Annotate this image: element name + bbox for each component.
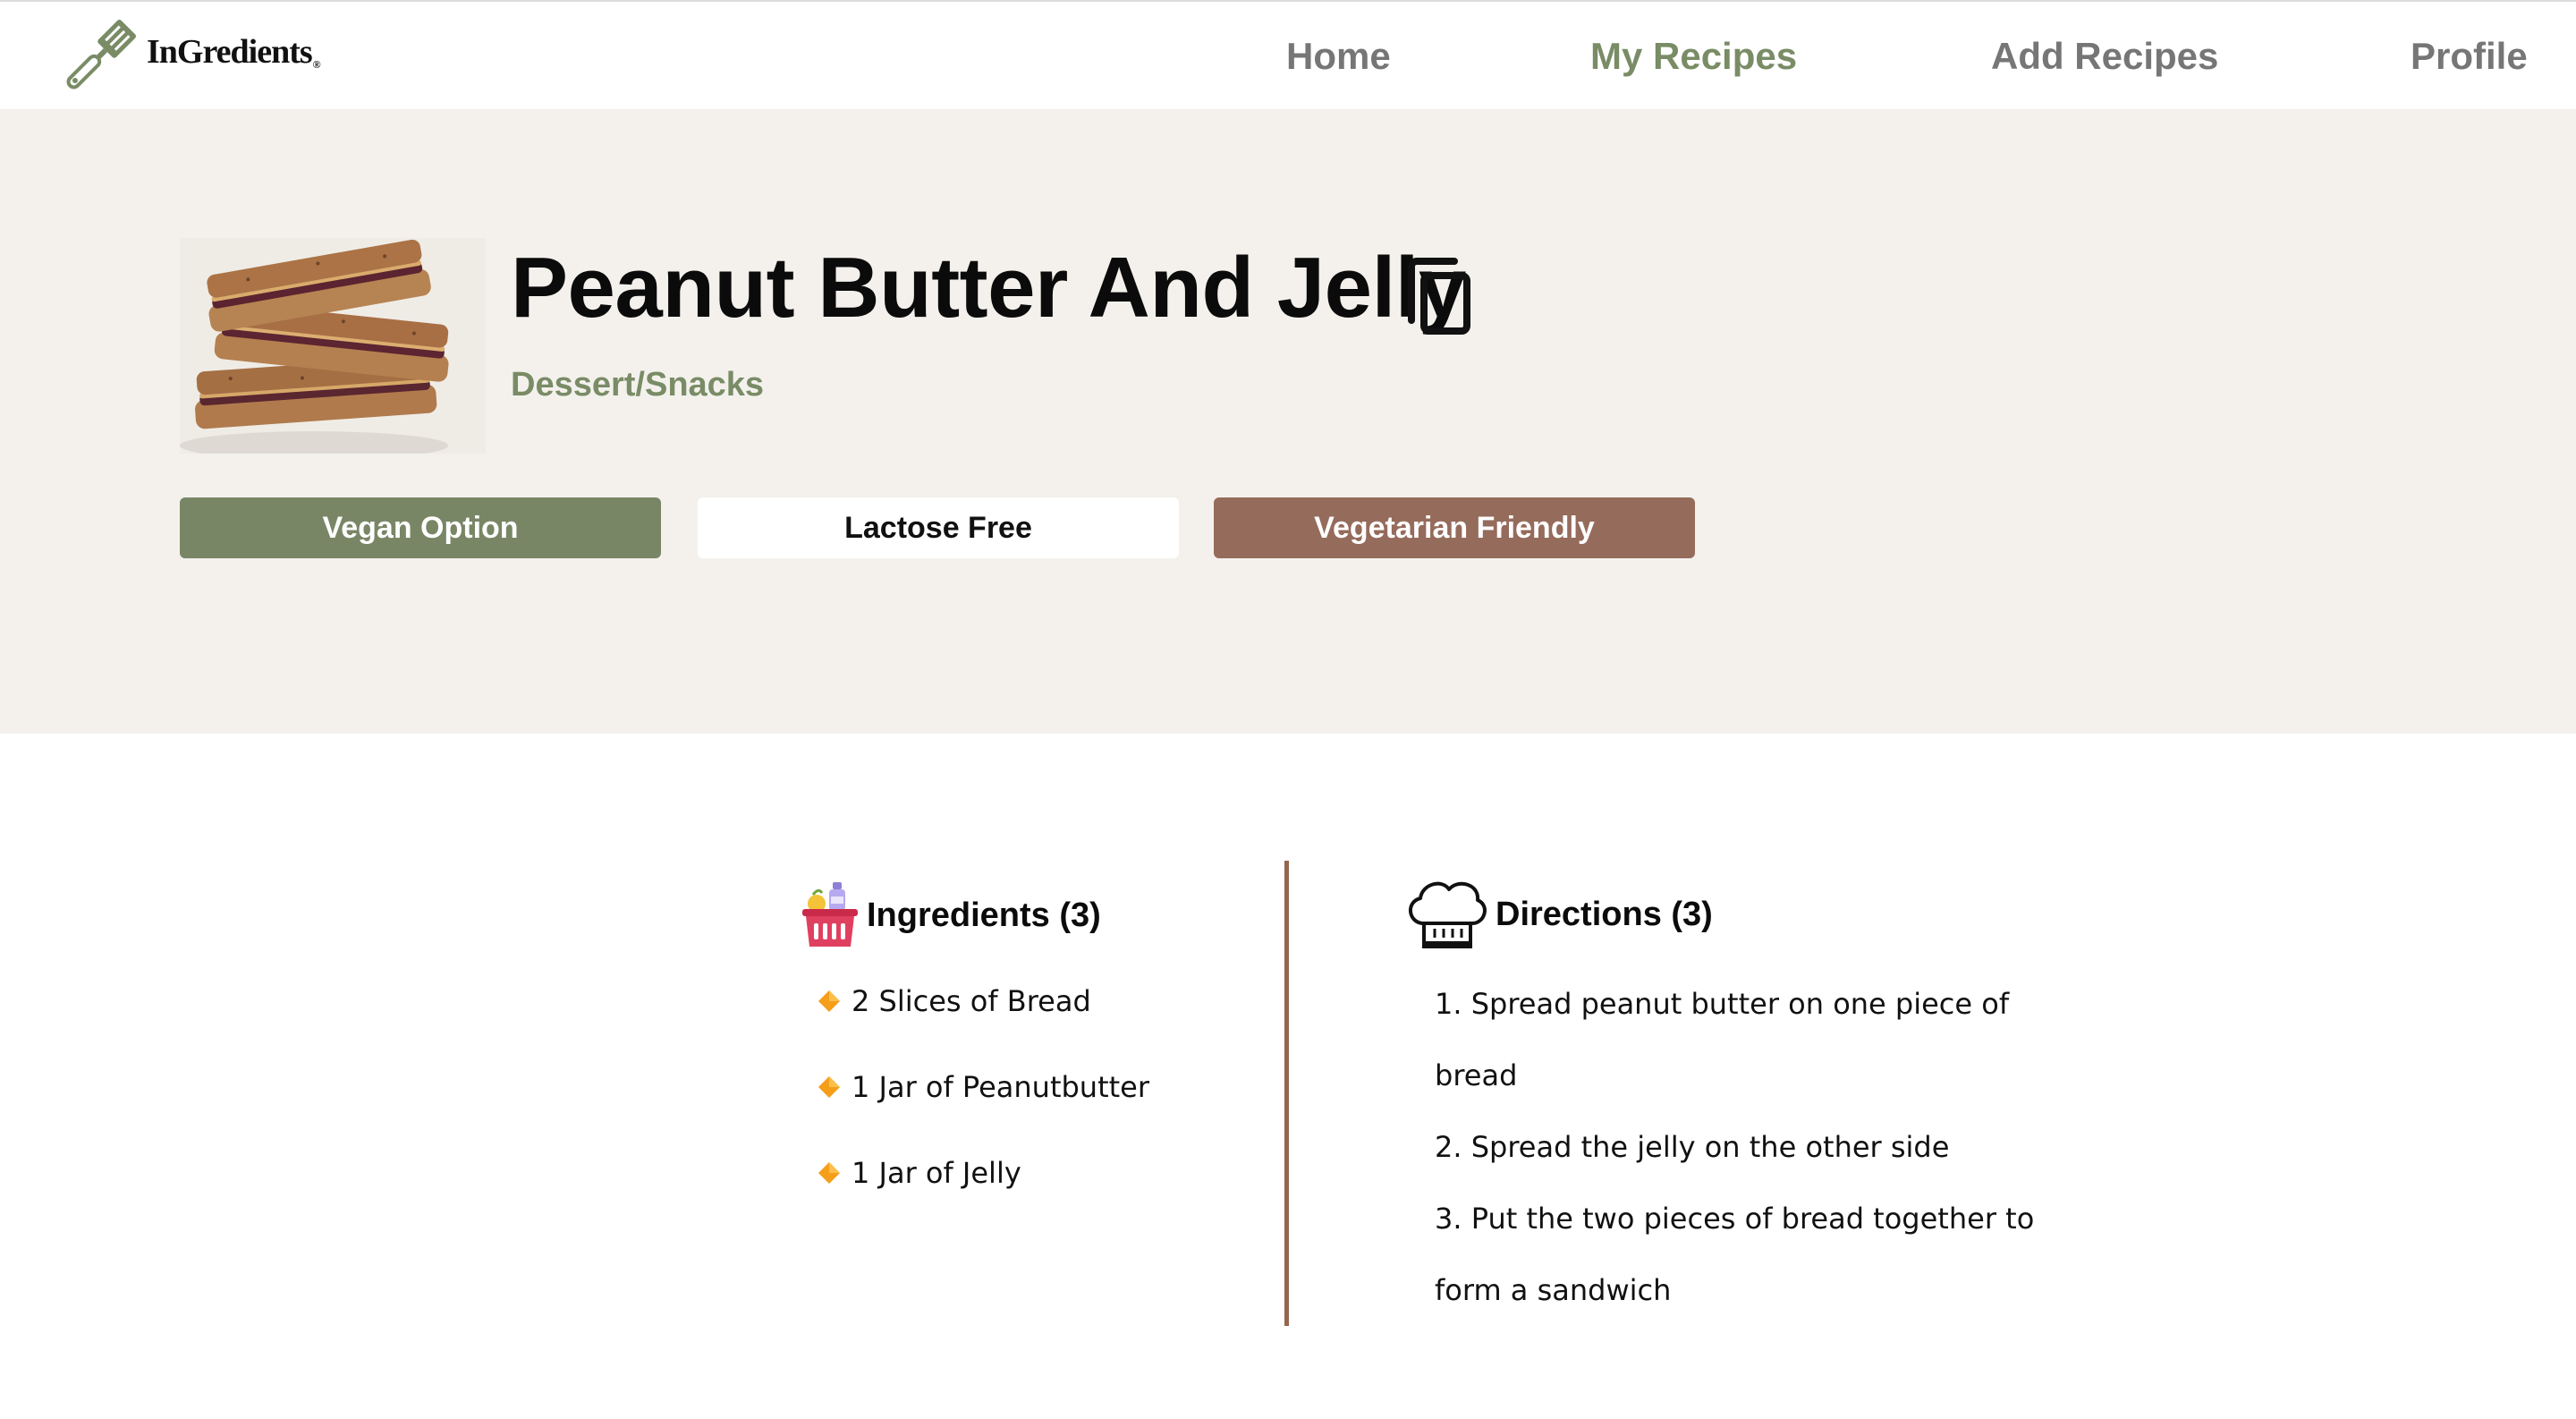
grocery-basket-icon — [802, 882, 858, 947]
ingredient-item: 1 Jar of Jelly — [818, 1156, 1021, 1190]
nav-my-recipes[interactable]: My Recipes — [1590, 32, 1797, 81]
ingredient-item: 1 Jar of Peanutbutter — [818, 1070, 1149, 1104]
ingredient-text: 2 Slices of Bread — [852, 984, 1091, 1018]
direction-step: form a sandwich — [1435, 1273, 1672, 1307]
recipe-title: Peanut Butter And Jelly — [511, 240, 1466, 336]
ingredients-title: Ingredients (3) — [867, 896, 1101, 934]
sandwich-photo — [180, 238, 486, 454]
orange-diamond-icon — [818, 1162, 840, 1184]
direction-step: 1. Spread peanut butter on one piece of — [1435, 987, 2010, 1021]
nav-home[interactable]: Home — [1286, 32, 1391, 81]
tag-vegan-option[interactable]: Vegan Option — [180, 497, 661, 558]
direction-step: bread — [1435, 1058, 1518, 1092]
orange-diamond-icon — [818, 1076, 840, 1098]
top-nav-bar: InGredients® Home My Recipes Add Recipes… — [0, 0, 2576, 109]
copy-icon[interactable] — [1402, 258, 1474, 338]
orange-diamond-icon — [818, 990, 840, 1012]
directions-header: Directions (3) — [1404, 877, 1713, 952]
chef-hat-icon — [1409, 881, 1487, 948]
recipe-hero: Peanut Butter And Jelly Dessert/Snacks V… — [0, 109, 2576, 734]
tag-vegetarian-friendly[interactable]: Vegetarian Friendly — [1214, 497, 1695, 558]
nav-add-recipes[interactable]: Add Recipes — [1991, 32, 2218, 81]
ingredient-text: 1 Jar of Peanutbutter — [852, 1070, 1150, 1104]
directions-title: Directions (3) — [1496, 895, 1713, 933]
tag-lactose-free[interactable]: Lactose Free — [698, 497, 1179, 558]
spatula-icon — [66, 19, 137, 89]
brand-logo[interactable]: InGredients® — [50, 13, 321, 106]
section-divider — [1284, 861, 1289, 1326]
direction-step: 2. Spread the jelly on the other side — [1435, 1130, 1950, 1164]
recipe-photo — [180, 238, 486, 454]
brand-name: InGredients® — [147, 33, 321, 71]
nav-profile[interactable]: Profile — [2411, 32, 2528, 81]
recipe-category: Dessert/Snacks — [511, 366, 765, 404]
ingredient-item: 2 Slices of Bread — [818, 984, 1091, 1018]
direction-step: 3. Put the two pieces of bread together … — [1435, 1202, 2035, 1236]
ingredients-header: Ingredients (3) — [799, 880, 1101, 950]
ingredient-text: 1 Jar of Jelly — [852, 1156, 1021, 1190]
